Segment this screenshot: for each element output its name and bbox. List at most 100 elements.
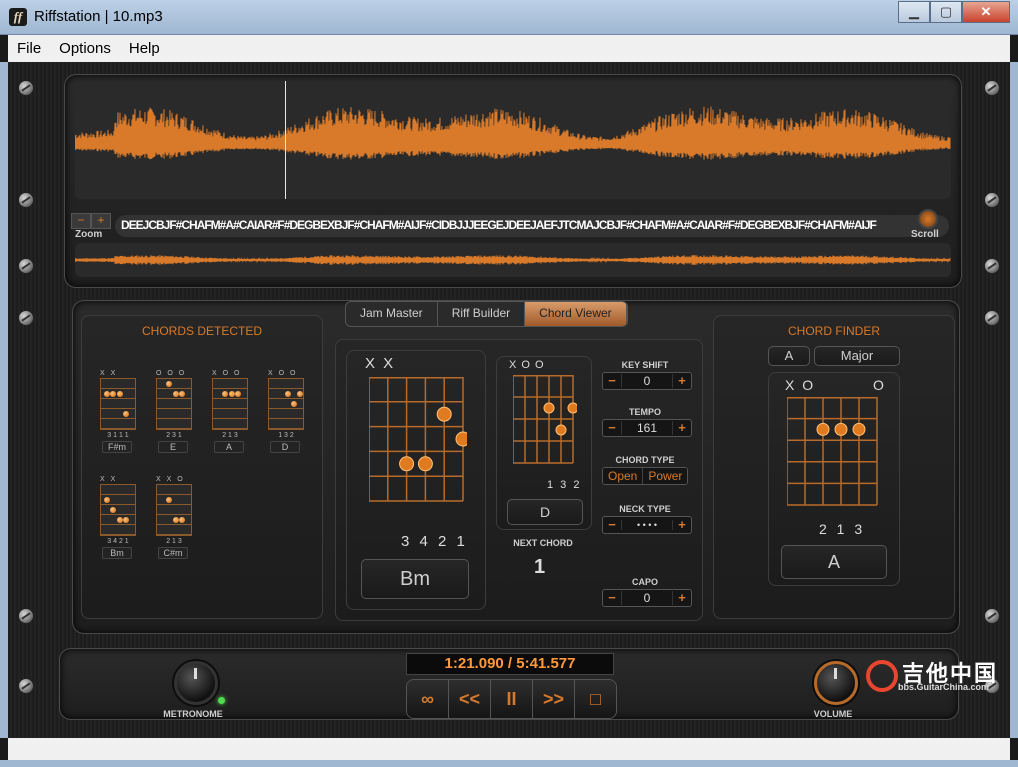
detected-chord-2[interactable]: X O O 2 1 3 A bbox=[212, 370, 264, 453]
chord-finder-string-marks: X O bbox=[785, 377, 816, 393]
finger-dot bbox=[399, 456, 415, 472]
screw-icon bbox=[984, 192, 1000, 208]
guitarchina-logo-icon bbox=[866, 660, 898, 692]
detected-chord-name: C#m bbox=[158, 547, 188, 559]
menu-options[interactable]: Options bbox=[50, 40, 120, 57]
current-chord-fingers: 3 4 2 1 bbox=[401, 533, 468, 550]
zoom-out-button[interactable]: − bbox=[71, 213, 91, 229]
maximize-button[interactable]: ▢ bbox=[930, 1, 962, 23]
chord-finder-result: A bbox=[781, 545, 887, 579]
current-chord-card: X X 3 4 2 1 Bm bbox=[346, 350, 486, 610]
key-shift-minus-button[interactable]: − bbox=[603, 373, 621, 389]
detected-chord-fretboard bbox=[212, 378, 248, 430]
next-chord-string-marks: X O O bbox=[509, 359, 545, 371]
next-chord-card: X O O 1 3 2 D bbox=[496, 356, 592, 530]
detected-chord-marks: X O O bbox=[268, 370, 298, 377]
next-chord-label: NEXT CHORD bbox=[513, 538, 573, 548]
detected-chord-0[interactable]: X X 3 1 1 1 F#m bbox=[100, 370, 152, 453]
detected-chord-3[interactable]: X O O 1 3 2 D bbox=[268, 370, 320, 453]
key-shift-stepper: − 0 + bbox=[602, 372, 692, 390]
finger-dot bbox=[178, 517, 185, 523]
chord-timeline-strip[interactable]: DEEJCBJF#CHAFM#A#CAIAR#F#DEGBEXBJF#CHAFM… bbox=[115, 215, 949, 237]
detected-chord-fretboard bbox=[100, 378, 136, 430]
tempo-label: TEMPO bbox=[628, 407, 661, 417]
capo-plus-button[interactable]: + bbox=[673, 590, 691, 606]
minimize-button[interactable]: ▁ bbox=[898, 1, 930, 23]
tab-chord-viewer[interactable]: Chord Viewer bbox=[525, 302, 627, 326]
chord-finder-panel: CHORD FINDER A Major X O O 2 1 3 A bbox=[713, 315, 955, 619]
detected-chord-marks: X X O bbox=[156, 476, 185, 483]
finger-dot bbox=[543, 402, 555, 414]
key-shift-value: 0 bbox=[621, 374, 673, 388]
finger-dot bbox=[104, 497, 111, 503]
view-tabs: Jam Master Riff Builder Chord Viewer bbox=[345, 301, 628, 327]
fast-forward-button[interactable]: >> bbox=[533, 680, 575, 718]
finger-dot bbox=[104, 391, 111, 397]
detected-chord-4[interactable]: X X 3 4 2 1 Bm bbox=[100, 476, 152, 559]
screw-icon bbox=[18, 258, 34, 274]
finger-dot bbox=[166, 497, 173, 503]
chord-finder-root-select[interactable]: A bbox=[768, 346, 810, 366]
next-chord-name: D bbox=[507, 499, 583, 525]
detected-chord-fingers: 3 1 1 1 bbox=[107, 432, 129, 439]
chord-type-power-button[interactable]: Power bbox=[643, 468, 688, 484]
finger-dot bbox=[555, 424, 567, 436]
chord-finder-quality-select[interactable]: Major bbox=[814, 346, 900, 366]
tempo-plus-button[interactable]: + bbox=[673, 420, 691, 436]
capo-minus-button[interactable]: − bbox=[603, 590, 621, 606]
neck-type-value: • • • • bbox=[621, 520, 673, 530]
finger-dot bbox=[297, 391, 303, 397]
title-bar: ff Riffstation | 10.mp3 ▁ ▢ ✕ bbox=[0, 0, 1018, 35]
neck-type-minus-button[interactable]: − bbox=[603, 517, 621, 533]
next-chord-fretboard bbox=[513, 375, 577, 464]
window-frame-right bbox=[1010, 62, 1018, 738]
detected-chord-name: F#m bbox=[102, 441, 132, 453]
chord-type-open-button[interactable]: Open bbox=[603, 468, 644, 484]
finger-dot bbox=[172, 391, 179, 397]
detected-chord-fingers: 2 1 3 bbox=[166, 538, 182, 545]
overview-waveform[interactable] bbox=[75, 243, 951, 277]
next-chord-count: 1 bbox=[534, 556, 546, 578]
window-title: Riffstation | 10.mp3 bbox=[34, 8, 163, 25]
loop-button[interactable]: ∞ bbox=[407, 680, 449, 718]
detected-chord-name: A bbox=[214, 441, 244, 453]
detected-chord-fretboard bbox=[156, 484, 192, 536]
neck-type-label: NECK TYPE bbox=[619, 504, 671, 514]
waveform-panel: − + Zoom DEEJCBJF#CHAFM#A#CAIAR#F#DEGBEXB… bbox=[64, 74, 962, 288]
playhead-cursor[interactable] bbox=[285, 81, 286, 199]
menu-help[interactable]: Help bbox=[120, 40, 169, 57]
detected-chord-5[interactable]: X X O 2 1 3 C#m bbox=[156, 476, 208, 559]
neck-type-stepper: − • • • • + bbox=[602, 516, 692, 534]
key-shift-plus-button[interactable]: + bbox=[673, 373, 691, 389]
volume-knob[interactable] bbox=[814, 661, 858, 705]
time-display: 1:21.090 / 5:41.577 bbox=[406, 653, 614, 675]
finger-dot bbox=[417, 456, 433, 472]
chord-timeline-text: DEEJCBJF#CHAFM#A#CAIAR#F#DEGBEXBJF#CHAFM… bbox=[121, 218, 877, 232]
tab-riff-builder[interactable]: Riff Builder bbox=[438, 302, 526, 326]
screw-icon bbox=[984, 608, 1000, 624]
waveform-graphic bbox=[75, 106, 951, 160]
screw-icon bbox=[18, 310, 34, 326]
detected-chord-fingers: 1 3 2 bbox=[278, 432, 294, 439]
scroll-toggle-icon[interactable] bbox=[918, 209, 938, 229]
zoom-in-button[interactable]: + bbox=[91, 213, 111, 229]
detected-chord-fingers: 3 4 2 1 bbox=[107, 538, 129, 545]
detected-chord-name: E bbox=[158, 441, 188, 453]
pause-button[interactable]: II bbox=[491, 680, 533, 718]
screw-icon bbox=[984, 310, 1000, 326]
menu-file[interactable]: File bbox=[8, 40, 50, 57]
chords-detected-title: CHORDS DETECTED bbox=[141, 324, 262, 338]
finger-dot bbox=[436, 406, 452, 422]
chord-type-label: CHORD TYPE bbox=[615, 455, 675, 465]
waveform-display[interactable] bbox=[75, 81, 951, 199]
stop-button[interactable]: □ bbox=[575, 680, 616, 718]
next-chord-fingers: 1 3 2 bbox=[547, 479, 582, 491]
tempo-minus-button[interactable]: − bbox=[603, 420, 621, 436]
rewind-button[interactable]: << bbox=[449, 680, 491, 718]
close-button[interactable]: ✕ bbox=[962, 1, 1010, 23]
detected-chord-1[interactable]: O O O 2 3 1 E bbox=[156, 370, 208, 453]
tab-jam-master[interactable]: Jam Master bbox=[346, 302, 438, 326]
detected-chord-fretboard bbox=[100, 484, 136, 536]
neck-type-plus-button[interactable]: + bbox=[673, 517, 691, 533]
metronome-knob[interactable] bbox=[174, 661, 218, 705]
